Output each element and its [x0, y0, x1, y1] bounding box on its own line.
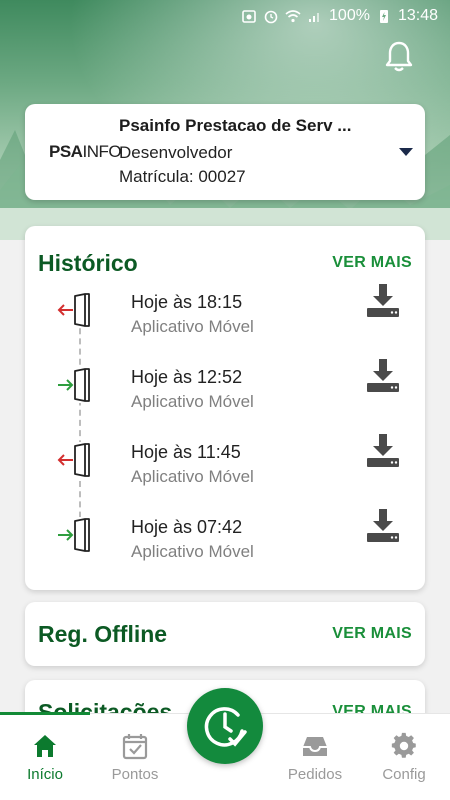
logo-wordmark: PSAINFO [49, 142, 122, 161]
exit-door-icon [55, 292, 95, 328]
employee-registration: Matrícula: 00027 [119, 166, 246, 186]
wifi-icon [285, 10, 301, 23]
company-name: Psainfo Prestacao de Serv ... [119, 115, 352, 135]
chevron-down-icon[interactable] [399, 148, 413, 156]
gear-icon [391, 732, 416, 758]
notifications-bell-icon[interactable] [384, 40, 414, 74]
history-entry[interactable]: Hoje às 12:52 Aplicativo Móvel [25, 359, 425, 442]
offline-registrations-card: Reg. Offline VER MAIS [25, 602, 425, 666]
nav-label: Pedidos [287, 766, 343, 783]
download-icon[interactable] [365, 282, 401, 318]
history-see-more-link[interactable]: VER MAIS [332, 254, 412, 272]
entry-time: Hoje às 11:45 [131, 442, 241, 462]
entry-source: Aplicativo Móvel [131, 392, 254, 411]
enter-door-icon [55, 517, 95, 553]
bottom-navigation: Início Pontos Pedidos Config [0, 688, 450, 800]
loading-progress-bar [0, 712, 90, 715]
history-card: Histórico VER MAIS Hoje às 18:15 Aplicat… [25, 226, 425, 590]
employee-role: Desenvolvedor [119, 142, 233, 162]
nav-label: Início [27, 766, 63, 783]
inbox-icon [303, 737, 327, 756]
battery-charging-icon [379, 10, 388, 23]
alarm-icon [264, 10, 278, 24]
download-icon[interactable] [365, 507, 401, 543]
calendar-check-icon [122, 734, 148, 760]
nav-item-pedidos[interactable]: Pedidos [275, 732, 355, 783]
download-icon[interactable] [365, 357, 401, 393]
entry-time: Hoje às 07:42 [131, 517, 243, 537]
status-bar: 100% 13:48 [0, 0, 450, 32]
history-entry[interactable]: Hoje às 07:42 Aplicativo Móvel [25, 509, 425, 592]
history-entry[interactable]: Hoje às 18:15 Aplicativo Móvel [25, 284, 425, 367]
entry-time: Hoje às 12:52 [131, 367, 243, 387]
download-icon[interactable] [365, 432, 401, 468]
nav-label: Pontos [111, 766, 159, 783]
history-title: Histórico [38, 249, 138, 276]
exit-door-icon [55, 442, 95, 478]
photo-icon [242, 10, 256, 23]
nav-item-config[interactable]: Config [364, 732, 444, 783]
offline-see-more-link[interactable]: VER MAIS [332, 625, 412, 643]
company-logo: PSAINFO [45, 132, 122, 172]
nav-item-pontos[interactable]: Pontos [95, 732, 175, 783]
home-icon [34, 735, 56, 757]
clock-check-icon [204, 707, 247, 747]
offline-title: Reg. Offline [38, 620, 168, 647]
nav-item-inicio[interactable]: Início [5, 732, 85, 783]
entry-source: Aplicativo Móvel [131, 317, 254, 336]
battery-level: 100% [329, 7, 370, 24]
company-selector-card[interactable]: PSAINFO Psainfo Prestacao de Serv ... De… [25, 104, 425, 200]
register-point-button[interactable] [187, 688, 263, 764]
nav-label: Config [382, 766, 426, 783]
enter-door-icon [55, 367, 95, 403]
entry-source: Aplicativo Móvel [131, 542, 254, 561]
signal-icon [309, 13, 320, 22]
status-time: 13:48 [397, 7, 438, 24]
history-entry[interactable]: Hoje às 11:45 Aplicativo Móvel [25, 434, 425, 517]
entry-time: Hoje às 18:15 [131, 292, 243, 312]
entry-source: Aplicativo Móvel [131, 467, 254, 486]
